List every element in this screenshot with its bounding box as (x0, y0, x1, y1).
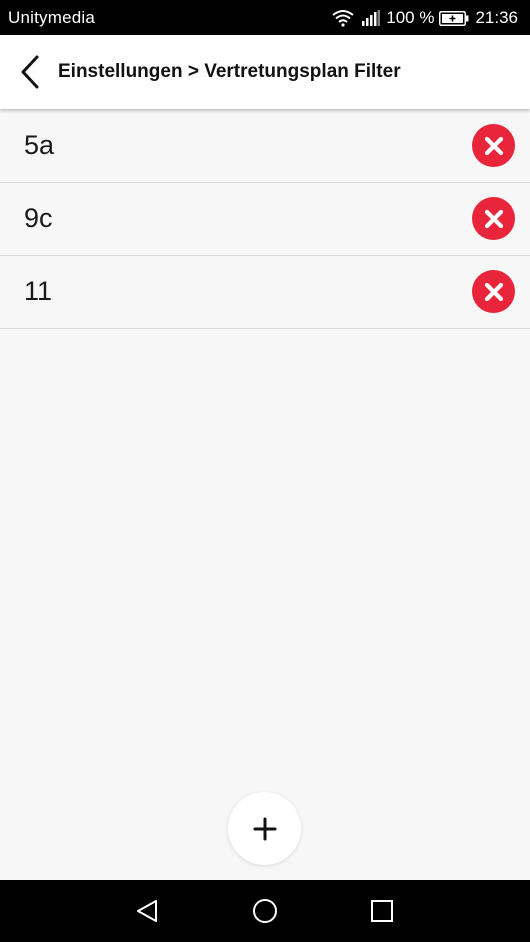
status-indicators: 100 % 21:36 (332, 6, 518, 30)
filter-label: 11 (24, 276, 53, 306)
chevron-left-icon (21, 55, 39, 89)
wifi-icon (332, 9, 354, 27)
clock: 21:36 (475, 8, 518, 27)
close-icon (484, 282, 503, 301)
filter-list: 5a 9c 11 (0, 110, 530, 329)
app-bar: Einstellungen > Vertretungsplan Filter (0, 35, 530, 109)
remove-filter-button[interactable] (472, 197, 515, 240)
nav-recents-button[interactable] (367, 896, 397, 926)
nav-back-button[interactable] (132, 896, 162, 926)
list-item: 11 (0, 256, 530, 329)
signal-icon (362, 10, 381, 26)
nav-home-icon (253, 899, 277, 923)
nav-recents-icon (371, 900, 393, 922)
close-icon (484, 209, 503, 228)
remove-filter-button[interactable] (472, 270, 515, 313)
add-filter-button[interactable] (228, 792, 301, 865)
nav-home-button[interactable] (250, 896, 280, 926)
back-button[interactable] (12, 52, 48, 92)
filter-label: 5a (24, 130, 55, 160)
battery-charging-icon (439, 10, 469, 26)
remove-filter-button[interactable] (472, 124, 515, 167)
page-title: Einstellungen > Vertretungsplan Filter (58, 61, 401, 82)
close-icon (484, 136, 503, 155)
list-item: 5a (0, 110, 530, 183)
battery-percentage: 100 % (386, 8, 435, 27)
carrier-name: Unitymedia (8, 8, 96, 27)
navigation-bar (0, 880, 530, 942)
status-bar: Unitymedia 100 % 21:36 (0, 0, 530, 35)
plus-icon (253, 817, 276, 840)
nav-back-icon (137, 900, 157, 922)
filter-label: 9c (24, 203, 53, 233)
list-item: 9c (0, 183, 530, 256)
